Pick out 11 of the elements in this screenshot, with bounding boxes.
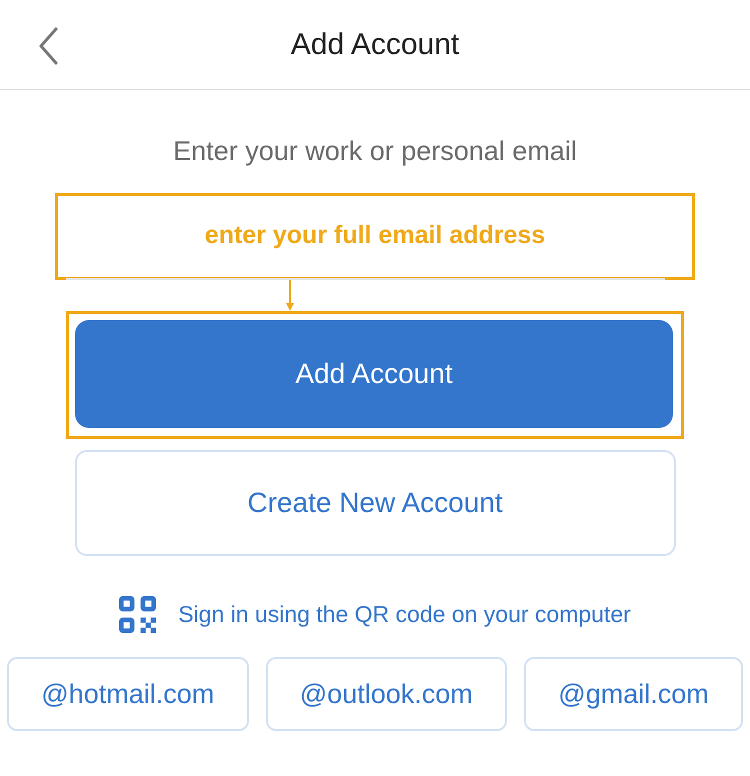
create-account-button[interactable]: Create New Account <box>74 450 676 556</box>
back-icon[interactable] <box>38 27 58 65</box>
email-domain-button[interactable]: @gmail.com <box>524 657 743 731</box>
prompt-text: Enter your work or personal email <box>173 136 577 167</box>
add-account-button[interactable]: Add Account <box>75 320 673 428</box>
email-domain-button[interactable]: @hotmail.com <box>7 657 248 731</box>
qr-code-icon[interactable] <box>119 596 156 633</box>
email-domain-button[interactable]: @outlook.com <box>266 657 508 731</box>
annotation-text: enter your full email address <box>204 221 546 250</box>
qr-sign-in-link[interactable]: Sign in using the QR code on your computer <box>178 601 631 628</box>
screen-title: Add Account <box>290 28 460 62</box>
